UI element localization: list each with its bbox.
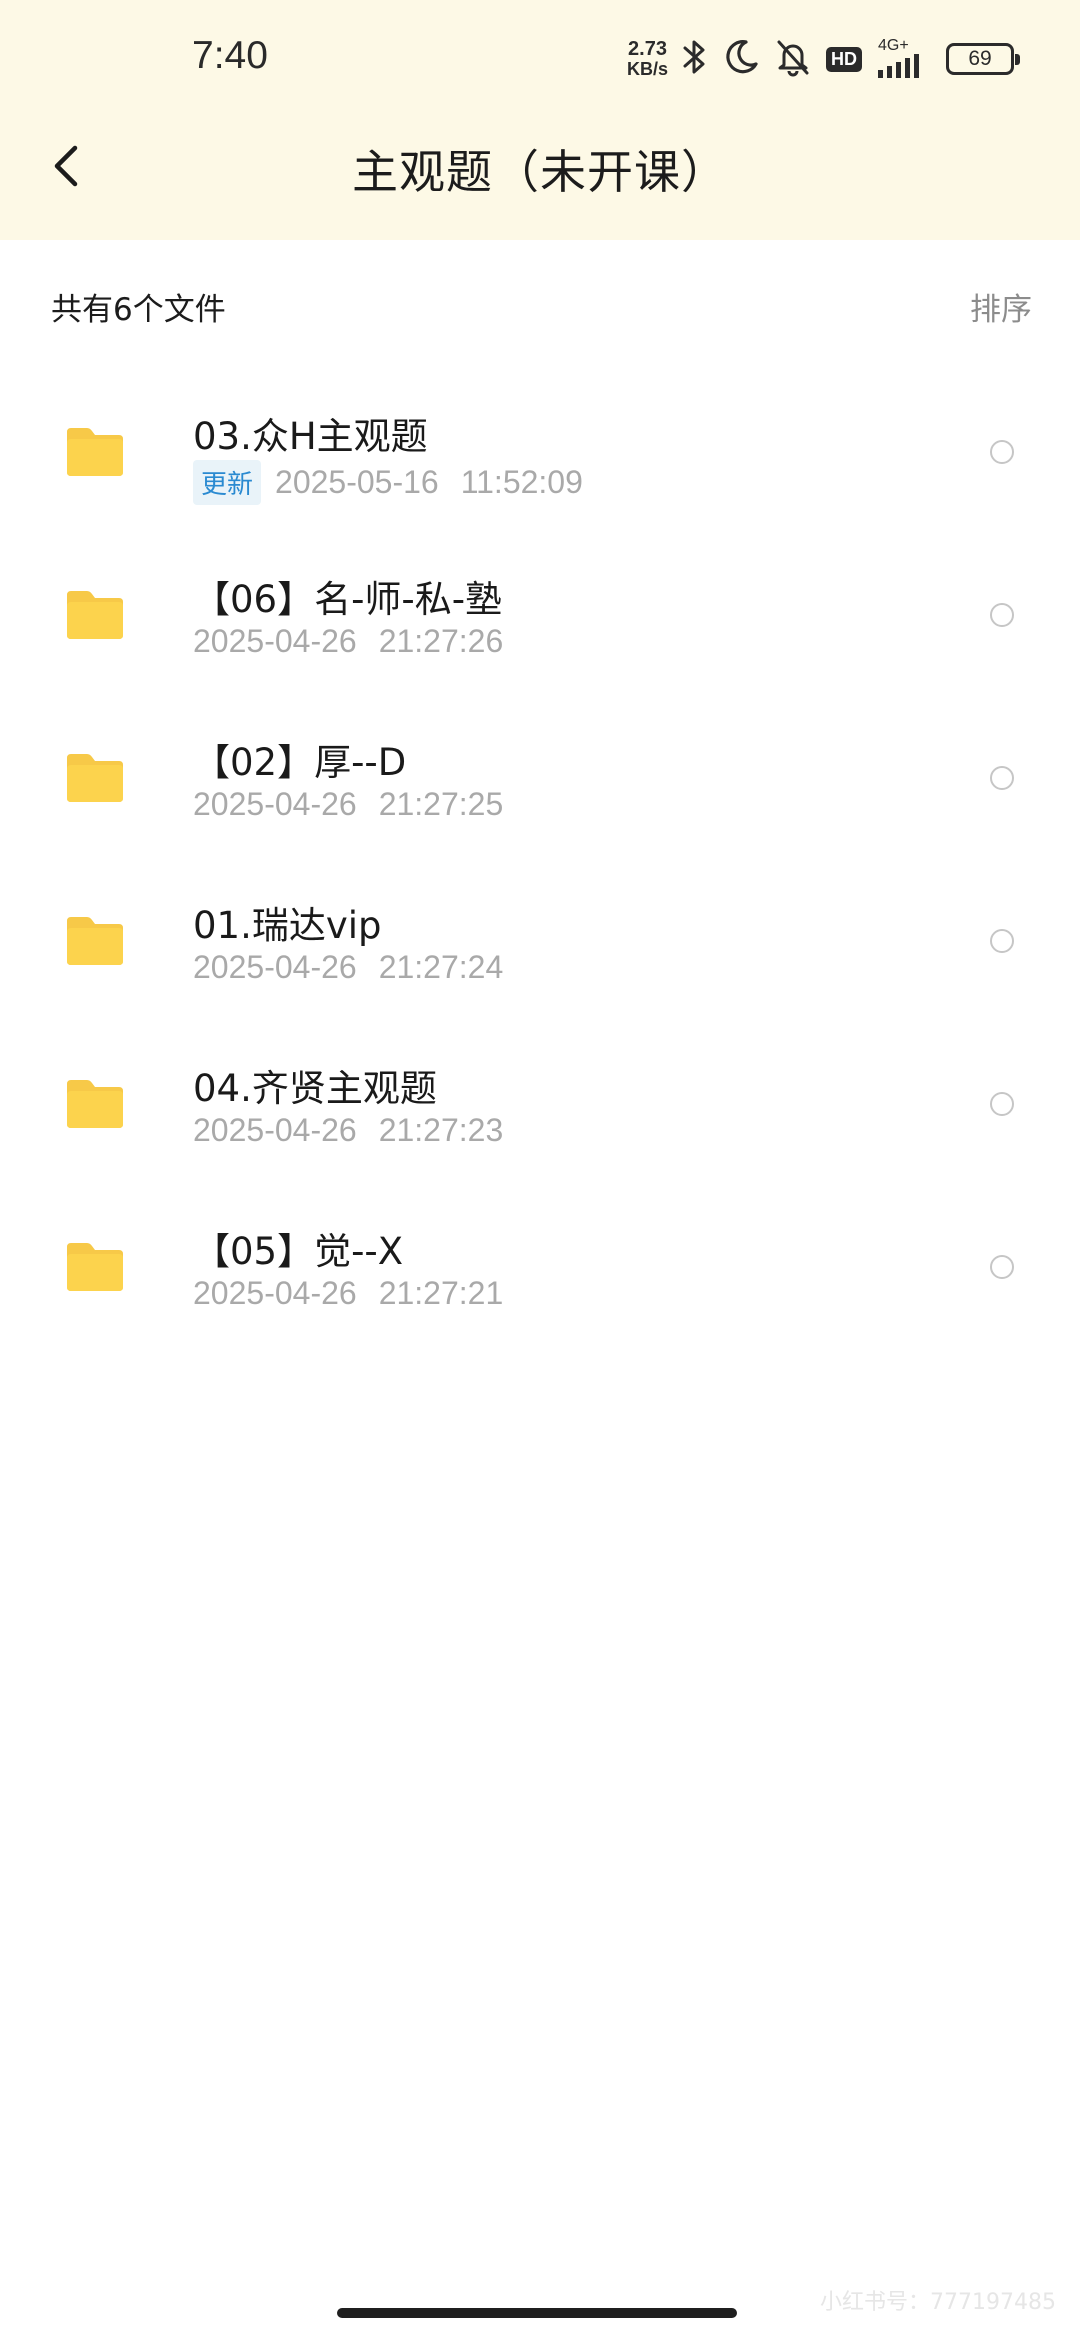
file-row[interactable]: 04.齐贤主观题 2025-04-26 21:27:23 <box>0 1022 1080 1185</box>
select-radio[interactable] <box>990 603 1014 627</box>
file-count: 共有6个文件 <box>51 292 226 328</box>
sort-button[interactable]: 排序 <box>970 284 1032 329</box>
file-name: 04.齐贤主观题 <box>193 1067 437 1110</box>
network-speed-value: 2.73 <box>628 38 667 60</box>
select-radio[interactable] <box>990 929 1014 953</box>
file-date: 2025-04-26 <box>193 623 357 659</box>
moon-icon <box>722 38 760 80</box>
network-type: 4G+ <box>878 37 909 54</box>
file-meta: 2025-04-26 21:27:23 <box>193 1112 503 1149</box>
file-meta: 更新 2025-05-16 11:52:09 <box>193 460 583 505</box>
folder-icon <box>64 426 126 478</box>
file-meta: 2025-04-26 21:27:24 <box>193 949 503 986</box>
status-bar: 7:40 2.73 KB/s HD 4G+ 69 <box>0 0 1080 120</box>
select-radio[interactable] <box>990 766 1014 790</box>
watermark: 小红书号：777197485 <box>820 2290 1056 2315</box>
file-row[interactable]: 【05】觉--X 2025-04-26 21:27:21 <box>0 1185 1080 1348</box>
title-bar: 主观题（未开课） <box>0 120 1080 230</box>
file-date: 2025-04-26 <box>193 1112 357 1148</box>
file-name: 01.瑞达vip <box>193 904 382 947</box>
file-meta: 2025-04-26 21:27:21 <box>193 1275 503 1312</box>
status-time: 7:40 <box>192 34 268 77</box>
file-date: 2025-04-26 <box>193 949 357 985</box>
page-title: 主观题（未开课） <box>352 145 728 199</box>
file-time: 21:27:24 <box>378 949 504 985</box>
folder-icon <box>64 589 126 641</box>
folder-icon <box>64 1241 126 1293</box>
file-name: 【06】名-师-私-塾 <box>193 578 503 621</box>
select-radio[interactable] <box>990 1255 1014 1279</box>
update-badge: 更新 <box>193 460 262 505</box>
signal-icon: 4G+ <box>876 38 932 80</box>
bell-off-icon <box>774 37 812 81</box>
file-name: 【02】厚--D <box>193 741 407 784</box>
file-list: 03.众H主观题 更新 2025-05-16 11:52:09 【06】名-师-… <box>0 370 1080 1348</box>
file-date: 2025-04-26 <box>193 1275 357 1311</box>
folder-icon <box>64 752 126 804</box>
file-date: 2025-04-26 <box>193 786 357 822</box>
battery-icon: 69 <box>946 43 1020 75</box>
file-row[interactable]: 01.瑞达vip 2025-04-26 21:27:24 <box>0 859 1080 1022</box>
file-row[interactable]: 【06】名-师-私-塾 2025-04-26 21:27:26 <box>0 533 1080 696</box>
file-name: 03.众H主观题 <box>193 415 428 458</box>
file-name: 【05】觉--X <box>193 1230 404 1273</box>
hd-badge: HD <box>826 46 862 72</box>
home-indicator[interactable] <box>337 2308 737 2318</box>
file-meta: 2025-04-26 21:27:25 <box>193 786 503 823</box>
bluetooth-icon <box>682 37 708 81</box>
file-date: 2025-05-16 <box>275 464 439 500</box>
file-time: 11:52:09 <box>460 464 583 500</box>
status-icons: 2.73 KB/s HD 4G+ 69 <box>627 36 1020 82</box>
folder-icon <box>64 915 126 967</box>
file-row[interactable]: 03.众H主观题 更新 2025-05-16 11:52:09 <box>0 370 1080 533</box>
file-meta: 2025-04-26 21:27:26 <box>193 623 503 660</box>
file-row[interactable]: 【02】厚--D 2025-04-26 21:27:25 <box>0 696 1080 859</box>
file-time: 21:27:26 <box>378 623 504 659</box>
file-time: 21:27:21 <box>378 1275 504 1311</box>
battery-level: 69 <box>968 47 992 70</box>
network-speed-unit: KB/s <box>626 59 668 79</box>
file-time: 21:27:23 <box>378 1112 504 1148</box>
select-radio[interactable] <box>990 1092 1014 1116</box>
folder-icon <box>64 1078 126 1130</box>
summary-row: 共有6个文件 排序 <box>0 270 1080 340</box>
select-radio[interactable] <box>990 440 1014 464</box>
file-time: 21:27:25 <box>378 786 504 822</box>
network-speed: 2.73 KB/s <box>627 39 668 79</box>
